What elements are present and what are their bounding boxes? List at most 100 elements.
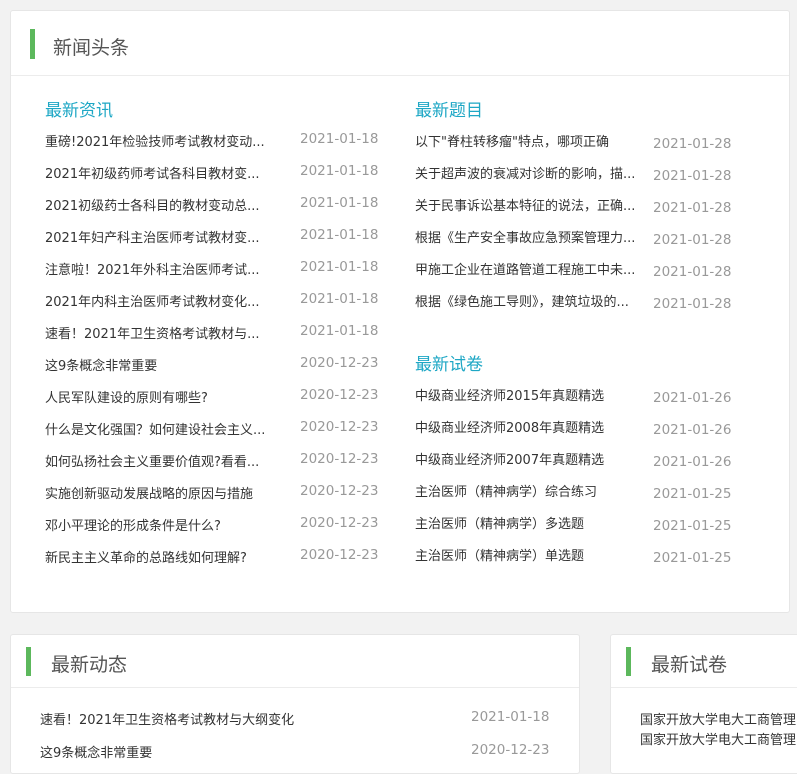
list-item-date: 2020-12-23 [300, 355, 379, 371]
list-item[interactable]: 根据《生产安全事故应急预案管理力... 2021-01-28 [415, 227, 765, 248]
list-item-title[interactable]: 2021年内科主治医师考试教材变化... [45, 291, 259, 310]
list-item-title[interactable]: 根据《绿色施工导则》，建筑垃圾的... [415, 291, 629, 310]
list-item-title[interactable]: 甲施工企业在道路管道工程施工中未... [415, 259, 635, 278]
list-item-date: 2021-01-26 [653, 454, 732, 470]
list-item-date: 2021-01-28 [653, 264, 732, 280]
list-item-title[interactable]: 2021年妇产科主治医师考试教材变... [45, 227, 259, 246]
headlines-panel: 新闻头条 最新资讯 重磅!2021年检验技师考试教材变动... 2021-01-1… [10, 10, 790, 613]
list-item-title[interactable]: 主治医师（精神病学）多选题 [415, 513, 584, 532]
list-item-date: 2021-01-28 [653, 168, 732, 184]
list-item-title[interactable]: 关于民事诉讼基本特征的说法，正确... [415, 195, 635, 214]
headlines-accent-bar [30, 29, 35, 59]
list-item[interactable]: 中级商业经济师2015年真题精选 2021-01-26 [415, 385, 765, 406]
list-item[interactable]: 这9条概念非常重要 2020-12-23 [45, 355, 385, 375]
list-item-date: 2021-01-18 [300, 291, 379, 307]
list-item-title[interactable]: 重磅!2021年检验技师考试教材变动... [45, 131, 265, 150]
papers-accent-bar [626, 647, 631, 676]
list-item[interactable]: 重磅!2021年检验技师考试教材变动... 2021-01-18 [45, 131, 385, 151]
list-item[interactable]: 速看！2021年卫生资格考试教材与大纲变化 2021-01-18 [40, 709, 560, 729]
dynamics-panel-header: 最新动态 [11, 635, 579, 688]
list-item-date: 2021-01-18 [300, 323, 379, 339]
list-item-title[interactable]: 2021年初级药师考试各科目教材变... [45, 163, 259, 182]
latest-news-heading[interactable]: 最新资讯 [45, 96, 113, 121]
list-item[interactable]: 中级商业经济师2007年真题精选 2021-01-26 [415, 449, 765, 470]
list-item-date: 2021-01-28 [653, 296, 732, 312]
list-item-title[interactable]: 什么是文化强国？如何建设社会主义... [45, 419, 265, 438]
list-item-date: 2020-12-23 [300, 451, 379, 467]
list-item-title[interactable]: 注意啦！2021年外科主治医师考试... [45, 259, 259, 278]
list-item-title[interactable]: 人民军队建设的原则有哪些? [45, 387, 208, 406]
list-item-date: 2021-01-28 [653, 200, 732, 216]
list-item-title[interactable]: 新民主主义革命的总路线如何理解? [45, 547, 247, 566]
list-item[interactable]: 速看！2021年卫生资格考试教材与... 2021-01-18 [45, 323, 385, 343]
list-item[interactable]: 主治医师（精神病学）单选题 2021-01-25 [415, 545, 765, 566]
list-item-title[interactable]: 中级商业经济师2008年真题精选 [415, 417, 604, 436]
list-item-date: 2021-01-18 [300, 163, 379, 179]
list-item-date: 2021-01-18 [300, 227, 379, 243]
list-item[interactable]: 这9条概念非常重要 2020-12-23 [40, 742, 560, 762]
list-item-title[interactable]: 速看！2021年卫生资格考试教材与... [45, 323, 259, 342]
list-item[interactable]: 2021年初级药师考试各科目教材变... 2021-01-18 [45, 163, 385, 183]
list-item-date: 2021-01-25 [653, 550, 732, 566]
list-item-title[interactable]: 实施创新驱动发展战略的原因与措施 [45, 483, 253, 502]
list-item-title[interactable]: 根据《生产安全事故应急预案管理力... [415, 227, 635, 246]
list-item[interactable]: 如何弘扬社会主义重要价值观?看看... 2020-12-23 [45, 451, 385, 471]
list-item[interactable]: 以下"脊柱转移瘤"特点，哪项正确 2021-01-28 [415, 131, 765, 152]
headlines-panel-header: 新闻头条 [11, 11, 789, 76]
list-item[interactable]: 关于民事诉讼基本特征的说法，正确... 2021-01-28 [415, 195, 765, 216]
list-item-date: 2021-01-18 [471, 709, 550, 725]
list-item-date: 2021-01-18 [300, 195, 379, 211]
list-item-title[interactable]: 速看！2021年卫生资格考试教材与大纲变化 [40, 709, 294, 728]
list-item-title[interactable]: 2021初级药士各科目的教材变动总... [45, 195, 259, 214]
list-item[interactable]: 新民主主义革命的总路线如何理解? 2020-12-23 [45, 547, 385, 567]
list-item[interactable]: 中级商业经济师2008年真题精选 2021-01-26 [415, 417, 765, 438]
list-item[interactable]: 什么是文化强国？如何建设社会主义... 2020-12-23 [45, 419, 385, 439]
list-item-date: 2021-01-28 [653, 136, 732, 152]
list-item[interactable]: 主治医师（精神病学）多选题 2021-01-25 [415, 513, 765, 534]
list-item-date: 2020-12-23 [300, 547, 379, 563]
list-item-date: 2021-01-18 [300, 259, 379, 275]
list-item-title[interactable]: 如何弘扬社会主义重要价值观?看看... [45, 451, 259, 470]
list-item-title[interactable]: 邓小平理论的形成条件是什么? [45, 515, 221, 534]
list-item[interactable]: 国家开放大学电大工商管理 [640, 729, 797, 749]
list-item-title[interactable]: 国家开放大学电大工商管理 [640, 729, 796, 748]
list-item[interactable]: 关于超声波的衰减对诊断的影响，描... 2021-01-28 [415, 163, 765, 184]
list-item-title[interactable]: 主治医师（精神病学）综合练习 [415, 481, 597, 500]
list-item-title[interactable]: 以下"脊柱转移瘤"特点，哪项正确 [415, 131, 609, 150]
list-item-date: 2021-01-26 [653, 390, 732, 406]
list-item-title[interactable]: 关于超声波的衰减对诊断的影响，描... [415, 163, 635, 182]
list-item-title[interactable]: 中级商业经济师2007年真题精选 [415, 449, 604, 468]
list-item[interactable]: 根据《绿色施工导则》，建筑垃圾的... 2021-01-28 [415, 291, 765, 312]
dynamics-panel: 最新动态 速看！2021年卫生资格考试教材与大纲变化 2021-01-18 这9条概… [10, 634, 580, 774]
headlines-panel-title: 新闻头条 [53, 37, 130, 59]
dynamics-panel-title: 最新动态 [51, 654, 128, 676]
list-item[interactable]: 邓小平理论的形成条件是什么? 2020-12-23 [45, 515, 385, 535]
list-item[interactable]: 注意啦！2021年外科主治医师考试... 2021-01-18 [45, 259, 385, 279]
list-item-title[interactable]: 主治医师（精神病学）单选题 [415, 545, 584, 564]
list-item-date: 2020-12-23 [300, 483, 379, 499]
list-item-date: 2021-01-18 [300, 131, 379, 147]
list-item[interactable]: 甲施工企业在道路管道工程施工中未... 2021-01-28 [415, 259, 765, 280]
list-item-date: 2021-01-28 [653, 232, 732, 248]
list-item-date: 2021-01-26 [653, 422, 732, 438]
list-item-date: 2020-12-23 [300, 419, 379, 435]
dynamics-accent-bar [26, 647, 31, 676]
list-item[interactable]: 主治医师（精神病学）综合练习 2021-01-25 [415, 481, 765, 502]
list-item-date: 2020-12-23 [300, 515, 379, 531]
latest-questions-heading[interactable]: 最新题目 [415, 96, 483, 121]
latest-papers-heading[interactable]: 最新试卷 [415, 350, 483, 375]
papers-panel-header: 最新试卷 [611, 635, 797, 688]
list-item[interactable]: 实施创新驱动发展战略的原因与措施 2020-12-23 [45, 483, 385, 503]
list-item[interactable]: 2021初级药士各科目的教材变动总... 2021-01-18 [45, 195, 385, 215]
list-item[interactable]: 2021年内科主治医师考试教材变化... 2021-01-18 [45, 291, 385, 311]
list-item-date: 2021-01-25 [653, 518, 732, 534]
list-item[interactable]: 2021年妇产科主治医师考试教材变... 2021-01-18 [45, 227, 385, 247]
list-item-title[interactable]: 国家开放大学电大工商管理 [640, 709, 796, 728]
list-item-date: 2021-01-25 [653, 486, 732, 502]
list-item[interactable]: 国家开放大学电大工商管理 [640, 709, 797, 729]
list-item[interactable]: 人民军队建设的原则有哪些? 2020-12-23 [45, 387, 385, 407]
list-item-title[interactable]: 中级商业经济师2015年真题精选 [415, 385, 604, 404]
list-item-title[interactable]: 这9条概念非常重要 [40, 742, 152, 761]
list-item-title[interactable]: 这9条概念非常重要 [45, 355, 157, 374]
list-item-date: 2020-12-23 [471, 742, 550, 758]
